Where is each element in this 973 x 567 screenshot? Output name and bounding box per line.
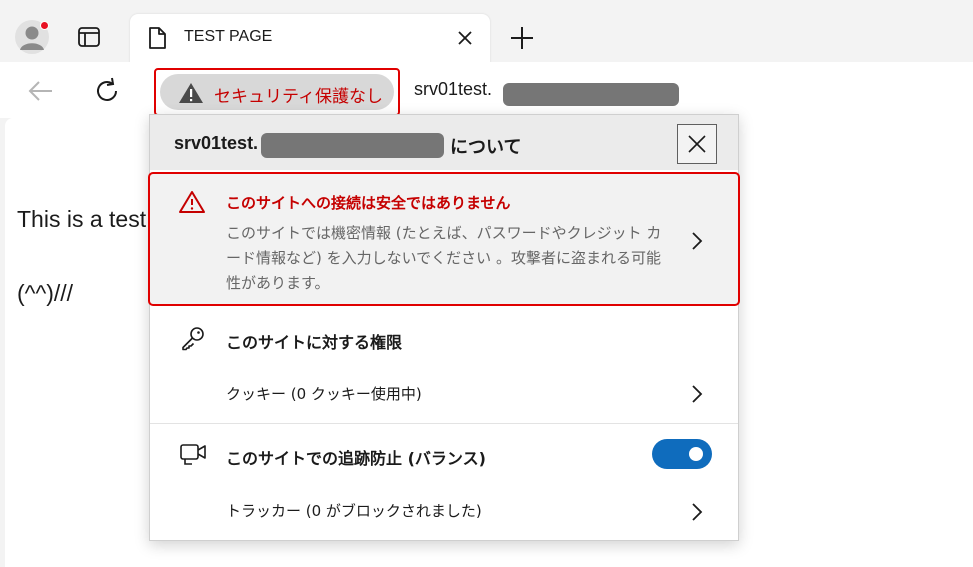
chevron-right-icon — [692, 232, 703, 250]
warning-description: このサイトでは機密情報 (たとえば、パスワードやクレジット カード情報など) を… — [226, 224, 662, 292]
security-status-label: セキュリティ保護なし — [214, 87, 383, 107]
permissions-heading: このサイトに対する権限 — [226, 333, 403, 352]
tab-strip: TEST PAGE — [0, 0, 973, 64]
chevron-right-icon — [692, 503, 703, 521]
popup-header: srv01test. について — [150, 115, 738, 170]
address-url[interactable]: srv01test. — [414, 79, 492, 100]
tab-actions-button[interactable] — [76, 24, 102, 50]
navigation-toolbar: セキュリティ保護なし srv01test. — [0, 62, 973, 118]
close-icon[interactable] — [456, 29, 474, 47]
cookies-row[interactable]: クッキー (0 クッキー使用中) — [150, 367, 738, 417]
key-icon — [182, 327, 204, 351]
page-text-line: This is a test — [17, 206, 147, 232]
security-chip: セキュリティ保護なし — [160, 74, 394, 110]
redacted-domain — [261, 133, 444, 158]
tab-title: TEST PAGE — [184, 28, 273, 45]
tab-actions-icon — [78, 27, 100, 47]
tracking-prevention-heading: このサイトでの追跡防止 (バランス) — [226, 449, 486, 468]
notification-dot — [40, 21, 49, 30]
page-text-line: (^^)/// — [17, 280, 74, 306]
site-security-button[interactable]: セキュリティ保護なし — [154, 68, 400, 116]
trackers-label: トラッカー (0 がブロックされました) — [226, 502, 482, 520]
camera-tracking-icon — [180, 444, 206, 465]
site-info-popup: srv01test. について このサイトへの接続は安全ではありません このサイ… — [148, 114, 740, 541]
close-icon — [688, 135, 706, 153]
toggle-knob — [689, 447, 703, 461]
warning-icon — [179, 191, 205, 213]
popup-site-name: srv01test. — [174, 133, 259, 153]
section-divider — [150, 423, 738, 424]
plus-icon[interactable] — [508, 24, 536, 52]
connection-warning-row[interactable]: このサイトへの接続は安全ではありません このサイトでは機密情報 (たとえば、パス… — [148, 172, 740, 306]
refresh-icon[interactable] — [92, 76, 122, 106]
redacted-domain — [503, 83, 679, 106]
trackers-row[interactable]: トラッカー (0 がブロックされました) — [150, 485, 738, 535]
warning-title: このサイトへの接続は安全ではありません — [226, 194, 511, 212]
active-tab[interactable]: TEST PAGE — [130, 14, 490, 64]
popup-about-label: について — [450, 137, 522, 158]
profile-button[interactable] — [15, 20, 49, 54]
popup-close-button[interactable] — [677, 124, 717, 164]
cookies-label: クッキー (0 クッキー使用中) — [226, 385, 422, 403]
back-arrow-icon[interactable] — [26, 78, 56, 104]
document-icon — [149, 27, 166, 49]
chevron-right-icon — [692, 385, 703, 403]
warning-icon — [179, 83, 203, 103]
tracking-prevention-toggle[interactable] — [652, 439, 712, 469]
